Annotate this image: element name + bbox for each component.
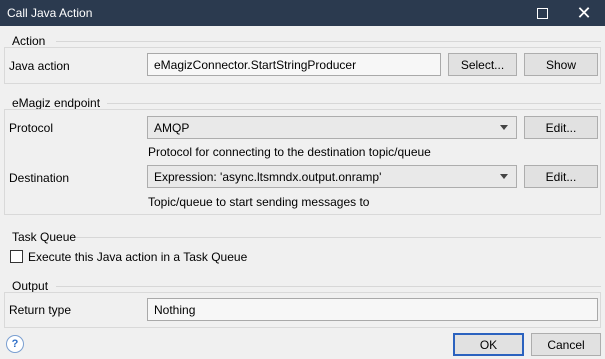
maximize-button[interactable] — [524, 0, 560, 26]
chevron-down-icon — [500, 174, 508, 179]
destination-edit-button[interactable]: Edit... — [524, 165, 598, 188]
divider — [76, 237, 601, 238]
endpoint-group-label: eMagiz endpoint — [12, 96, 101, 110]
task-queue-checkbox-label[interactable]: Execute this Java action in a Task Queue — [28, 250, 247, 264]
title-bar[interactable]: Call Java Action ✕ — [0, 0, 605, 26]
destination-hint: Topic/queue to start sending messages to — [148, 195, 370, 209]
task-queue-group-label: Task Queue — [12, 230, 77, 244]
call-java-action-dialog: Call Java Action ✕ Action Java action eM… — [0, 0, 605, 359]
task-queue-checkbox[interactable] — [10, 250, 23, 263]
java-action-label: Java action — [9, 59, 70, 73]
destination-dropdown[interactable]: Expression: 'async.ltsmndx.output.onramp… — [147, 165, 517, 188]
protocol-label: Protocol — [9, 121, 54, 135]
return-type-label: Return type — [9, 303, 72, 317]
output-group-label: Output — [12, 279, 49, 293]
chevron-down-icon — [500, 125, 508, 130]
protocol-value: AMQP — [154, 121, 190, 135]
java-action-field[interactable]: eMagizConnector.StartStringProducer — [147, 53, 441, 76]
show-button[interactable]: Show — [524, 53, 598, 76]
protocol-edit-button[interactable]: Edit... — [524, 116, 598, 139]
close-icon: ✕ — [576, 3, 592, 23]
return-type-field[interactable]: Nothing — [147, 298, 598, 321]
close-button[interactable]: ✕ — [566, 0, 602, 26]
cancel-button[interactable]: Cancel — [531, 333, 601, 356]
window-title: Call Java Action — [7, 6, 93, 20]
select-button[interactable]: Select... — [448, 53, 517, 76]
protocol-hint: Protocol for connecting to the destinati… — [148, 145, 431, 159]
action-group-label: Action — [12, 34, 46, 48]
divider — [56, 41, 601, 42]
destination-value: Expression: 'async.ltsmndx.output.onramp… — [154, 170, 382, 184]
divider — [107, 103, 601, 104]
protocol-dropdown[interactable]: AMQP — [147, 116, 517, 139]
help-icon[interactable]: ? — [6, 335, 24, 353]
maximize-icon — [536, 7, 548, 19]
destination-label: Destination — [9, 171, 70, 185]
divider — [56, 286, 601, 287]
ok-button[interactable]: OK — [453, 333, 524, 356]
